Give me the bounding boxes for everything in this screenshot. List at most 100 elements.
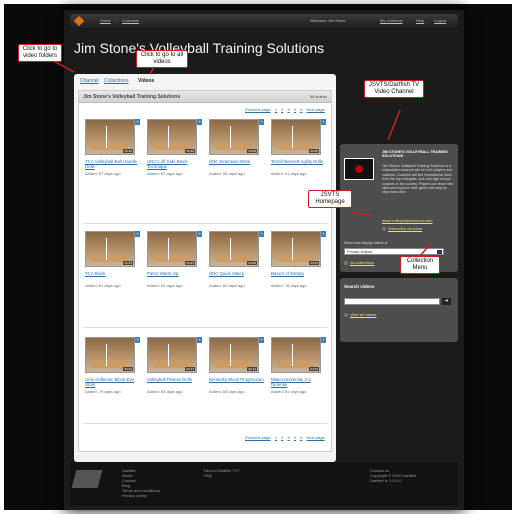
video-duration: 03:30	[185, 149, 195, 153]
video-thumbnail[interactable]: 05:08	[209, 119, 259, 155]
video-list-header: Jim Stone's Volleyball Training Solution…	[79, 91, 331, 103]
add-to-playlist-icon[interactable]: +	[197, 119, 202, 125]
video-added-date: Added: 57 days ago	[147, 171, 183, 176]
annotation-homepage: JSVTS Homepage	[308, 190, 352, 208]
dartfish-logo-icon[interactable]	[73, 15, 85, 27]
net-graphic	[106, 344, 107, 366]
video-title-link[interactable]: Univ of Illinois: Block Eye Work	[85, 377, 141, 387]
tab-videos[interactable]: Videos	[138, 78, 154, 84]
add-to-playlist-icon[interactable]: +	[135, 231, 140, 237]
add-to-playlist-icon[interactable]: +	[197, 231, 202, 237]
add-to-playlist-icon[interactable]: +	[197, 337, 202, 343]
pager-page-3[interactable]: 3	[287, 107, 289, 112]
nav-help-link[interactable]: Help	[416, 18, 424, 23]
add-to-playlist-icon[interactable]: +	[135, 119, 140, 125]
welcome-text: Welcome Jim Stone	[310, 18, 346, 23]
add-to-playlist-icon[interactable]: +	[135, 337, 140, 343]
add-to-playlist-icon[interactable]: +	[259, 119, 264, 125]
video-title-link[interactable]: Kentucky Block Progression	[209, 377, 265, 382]
pager-top: Previous page 1 2 3 4 5 Next page	[245, 107, 328, 112]
video-thumbnail[interactable]: 03:20	[209, 231, 259, 267]
video-title-link[interactable]: UNC's off Side Block Technique	[147, 159, 203, 169]
pager-page-1[interactable]: 1	[275, 435, 277, 440]
video-title-link[interactable]: SNC Quick Attack	[209, 271, 265, 276]
footer-col-2: New to Dartfish TV? FAQ	[204, 468, 240, 478]
rss-icon	[382, 226, 386, 231]
video-title-link[interactable]: Volleyball Fitness Drills	[147, 377, 203, 382]
add-to-playlist-icon[interactable]: +	[259, 231, 264, 237]
pager-page-5[interactable]: 5	[300, 435, 302, 440]
video-thumbnail[interactable]: 03:30	[147, 119, 197, 155]
add-to-playlist-icon[interactable]: +	[321, 337, 326, 343]
arrow-icon	[344, 312, 348, 317]
search-title: Search videos	[344, 284, 375, 289]
subscribe-link[interactable]: Subscribe via Atom	[382, 226, 422, 231]
add-to-playlist-icon[interactable]: +	[259, 337, 264, 343]
footer-link[interactable]: Privacy policy	[122, 493, 160, 498]
video-title-link[interactable]: Patrol Warm-Up	[147, 271, 203, 276]
pager-page-5[interactable]: 5	[300, 107, 302, 112]
video-added-date: Added: 83 days ago	[147, 389, 183, 394]
net-graphic	[106, 238, 107, 260]
video-thumbnail[interactable]: 02:06	[271, 119, 321, 155]
video-duration: 04:01	[309, 261, 319, 265]
all-collections-label: All collections	[350, 260, 375, 265]
video-thumbnail[interactable]: 02:13	[209, 337, 259, 373]
video-title-link[interactable]: Terrell Bennett Agility Drills	[271, 159, 327, 164]
video-duration: 04:10	[123, 149, 133, 153]
pager-page-3[interactable]: 3	[287, 435, 289, 440]
pager-next-link[interactable]: Next page	[307, 107, 325, 112]
pager-prev-link[interactable]: Previous page	[245, 435, 271, 440]
video-thumbnail[interactable]: 04:02	[271, 337, 321, 373]
tab-collections[interactable]: Collections	[104, 78, 128, 84]
video-thumbnail[interactable]: 04:01	[271, 231, 321, 267]
channel-description: Jim Stone's Volleyball Training Solution…	[382, 164, 454, 195]
video-added-date: Added: 61 days ago	[271, 171, 307, 176]
search-input[interactable]	[344, 298, 440, 305]
tab-channel[interactable]: Channel	[80, 78, 99, 84]
pager-next-link[interactable]: Next page	[307, 435, 325, 440]
dartfish-footer-logo	[71, 470, 103, 488]
nav-home-link[interactable]: Home	[100, 18, 111, 23]
video-added-date: Added: 83 days ago	[209, 389, 245, 394]
video-title-link[interactable]: SNC Extension Work	[209, 159, 265, 164]
video-title-link[interactable]: Basics of Setting	[271, 271, 327, 276]
video-added-date: Added: 84 days ago	[271, 389, 307, 394]
view-all-label: View all videos	[350, 312, 377, 317]
video-thumbnail[interactable]: 04:10	[85, 119, 135, 155]
video-title-link[interactable]: TCA Block	[85, 271, 141, 276]
collection-select-value: Private videos	[347, 249, 373, 254]
pager-page-2[interactable]: 2	[281, 435, 283, 440]
video-thumbnail[interactable]: 03:17	[147, 337, 197, 373]
footer-link[interactable]: FAQ	[204, 473, 240, 478]
video-thumbnail[interactable]: 02:53	[85, 231, 135, 267]
pager-page-4[interactable]: 4	[294, 435, 296, 440]
net-graphic	[168, 238, 169, 260]
net-graphic	[292, 126, 293, 148]
add-to-playlist-icon[interactable]: +	[321, 231, 326, 237]
all-collections-link[interactable]: All collections	[344, 260, 374, 265]
video-title-link[interactable]: TCA Volleyball Ball Handle Drills	[85, 159, 141, 169]
view-all-videos-link[interactable]: View all videos	[344, 312, 376, 317]
collection-select[interactable]: Private videos	[344, 248, 444, 255]
pager-prev-link[interactable]: Previous page	[245, 107, 271, 112]
video-added-date: Added: 57 days ago	[85, 171, 121, 176]
pager-page-2[interactable]: 2	[281, 107, 283, 112]
channel-avatar	[344, 158, 374, 180]
pager-page-4[interactable]: 4	[294, 107, 296, 112]
nav-channels-link[interactable]: Channels	[122, 18, 139, 23]
pager-page-1[interactable]: 1	[275, 107, 277, 112]
website-link[interactable]: www.volleyballsolutions.com	[382, 218, 432, 223]
search-button[interactable]: ➔	[442, 298, 451, 305]
nav-logout-link[interactable]: Logout	[434, 18, 446, 23]
video-count: 56 videos	[309, 94, 327, 99]
channel-name: JIM STONE'S VOLLEYBALL TRAINING SOLUTION…	[382, 150, 448, 159]
top-navigation-bar: Home | Channels Welcome Jim Stone My cha…	[70, 14, 458, 28]
nav-my-channels-link[interactable]: My channels	[380, 18, 402, 23]
video-thumbnail[interactable]: 02:24	[85, 337, 135, 373]
video-thumbnail[interactable]: 04:45	[147, 231, 197, 267]
video-title-link[interactable]: Miami University 2-2 Defense	[271, 377, 327, 387]
main-content-panel: Channel Collections Videos Jim Stone's V…	[74, 74, 336, 462]
add-to-playlist-icon[interactable]: +	[321, 119, 326, 125]
video-duration: 02:53	[123, 261, 133, 265]
